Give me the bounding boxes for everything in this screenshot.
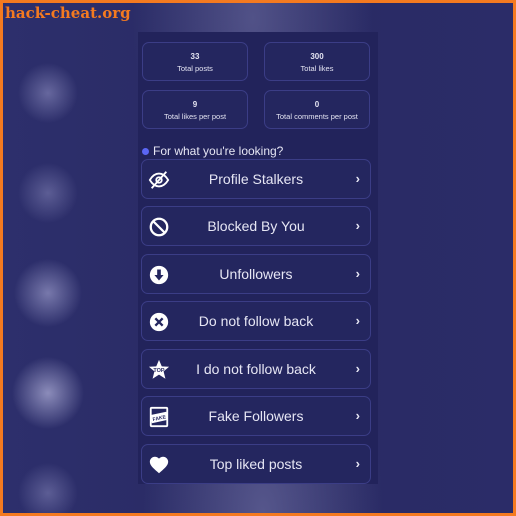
chevron-right-icon: › <box>355 313 360 328</box>
chevron-right-icon: › <box>355 456 360 471</box>
menu-item-label: Blocked By You <box>207 218 305 234</box>
bullet-dot-icon <box>142 147 149 155</box>
menu-item-profile-stalkers[interactable]: Profile Stalkers › <box>141 159 371 199</box>
stat-value: 0 <box>314 100 320 109</box>
stat-likes-per-post: 9 Total likes per post <box>142 90 248 129</box>
menu-item-top-liked-posts[interactable]: Top liked posts › <box>141 444 371 484</box>
stat-value: 9 <box>192 100 198 109</box>
menu-item-label: Profile Stalkers <box>208 171 304 187</box>
stat-label: Total comments per post <box>276 112 358 121</box>
menu-item-label: Do not follow back <box>198 313 314 329</box>
stat-total-likes: 300 Total likes <box>264 42 370 81</box>
menu-item-label: Top liked posts <box>209 456 303 472</box>
stat-label: Total likes per post <box>163 112 227 121</box>
stat-label: Total likes <box>300 64 334 73</box>
menu-item-label: I do not follow back <box>196 361 316 377</box>
eye-slash-icon <box>148 171 170 189</box>
menu-item-label: Unfollowers <box>219 266 293 282</box>
fake-stamp-icon: FAKE <box>149 406 169 428</box>
menu-item-fake-followers[interactable]: FAKE Fake Followers › <box>141 396 371 436</box>
arrow-down-circle-icon <box>149 265 169 285</box>
stat-value: 33 <box>190 52 200 61</box>
stat-comments-per-post: 0 Total comments per post <box>264 90 370 129</box>
top-star-icon: TOP <box>148 359 170 379</box>
chevron-right-icon: › <box>355 361 360 376</box>
menu-item-label: Fake Followers <box>208 408 304 424</box>
stat-total-posts: 33 Total posts <box>142 42 248 81</box>
menu-item-i-do-not-follow-back[interactable]: TOP I do not follow back › <box>141 349 371 389</box>
menu-item-do-not-follow-back[interactable]: Do not follow back › <box>141 301 371 341</box>
watermark: hack-cheat.org <box>5 4 131 22</box>
stat-label: Total posts <box>177 64 213 73</box>
chevron-right-icon: › <box>355 218 360 233</box>
app-panel: 33 Total posts 300 Total likes 9 Total l… <box>138 32 378 484</box>
menu-item-unfollowers[interactable]: Unfollowers › <box>141 254 371 294</box>
chevron-right-icon: › <box>355 408 360 423</box>
stat-value: 300 <box>310 52 324 61</box>
section-title-text: For what you're looking? <box>153 144 284 158</box>
heart-icon <box>149 456 169 474</box>
section-title: For what you're looking? <box>142 144 283 158</box>
x-circle-icon <box>149 312 169 332</box>
svg-text:TOP: TOP <box>153 368 165 374</box>
menu-item-blocked-by-you[interactable]: Blocked By You › <box>141 206 371 246</box>
chevron-right-icon: › <box>355 266 360 281</box>
blocked-icon <box>149 217 169 237</box>
chevron-right-icon: › <box>355 171 360 186</box>
